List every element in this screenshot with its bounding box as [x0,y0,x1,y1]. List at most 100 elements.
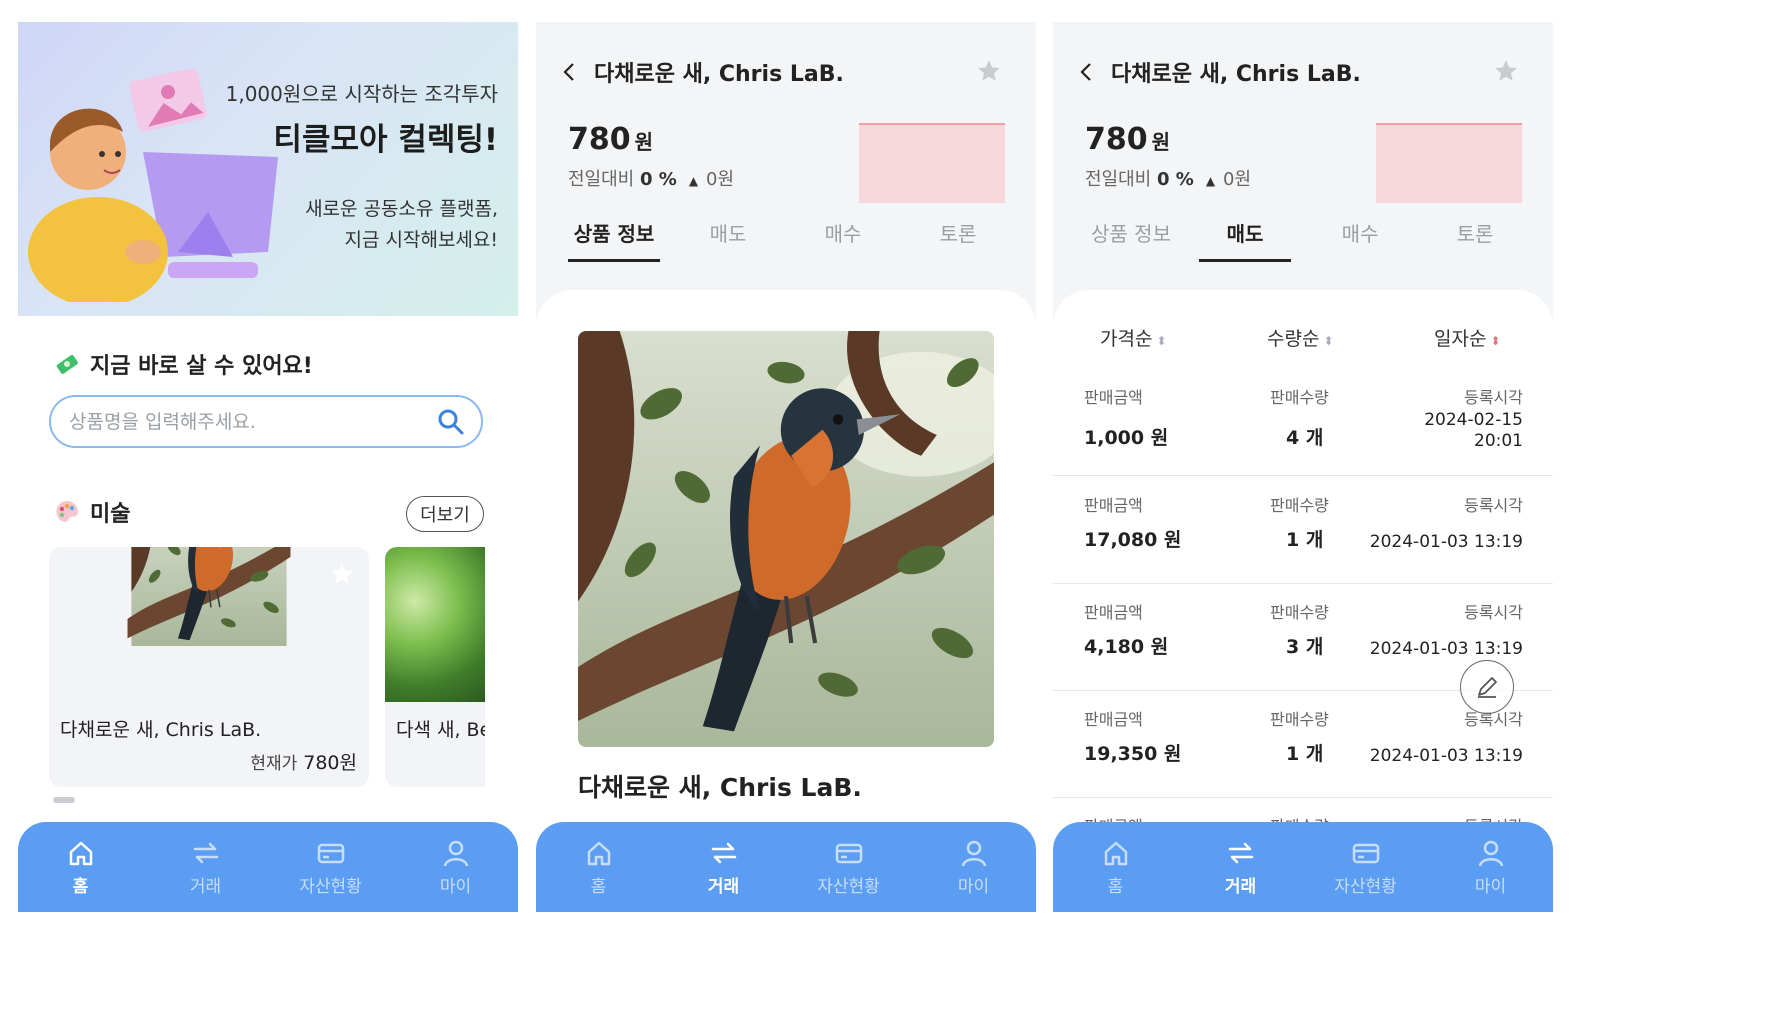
user-icon [1478,840,1503,866]
search-icon[interactable] [437,408,465,436]
tab-buy[interactable]: 매수 [1314,218,1406,259]
sell-date: 2024-01-03 13:19 [1369,746,1523,766]
detail-tabs: 상품 정보 매도 매수 토론 [1053,218,1553,268]
change-label: 전일대비 [568,169,635,190]
product-card[interactable]: 다채로운 새, Chris LaB. 현재가 780원 [49,547,369,787]
nav-assets[interactable]: 자산현황 [1311,838,1421,897]
price-value: 780 [568,122,631,157]
nav-home-label: 홈 [590,876,607,897]
nav-home[interactable]: 홈 [544,838,654,897]
more-button[interactable]: 더보기 [406,496,484,532]
qty-label: 판매수량 [1270,710,1329,729]
user-icon [443,840,468,866]
time-label: 등록시각 [1464,388,1523,407]
favorite-star-icon[interactable] [976,58,1002,84]
nav-trade-label: 거래 [1224,876,1257,897]
nav-assets[interactable]: 자산현황 [276,838,386,897]
sort-arrows-icon: ⬍ [1156,334,1167,348]
product-price: 현재가 780원 [250,748,357,775]
user-icon [961,840,986,866]
amount-label: 판매금액 [1084,603,1143,622]
change-percent: 0 % [1156,169,1194,190]
sell-quantity: 1 개 [1286,743,1324,765]
favorite-star-icon[interactable] [1493,58,1519,84]
sell-screen: 다채로운 새, Chris LaB. 780 원 전일대비 0 % ▲ 0원 상품 정… [1053,22,1553,912]
home-icon [69,841,92,865]
up-triangle-icon: ▲ [688,174,699,188]
nav-home-label: 홈 [1107,876,1124,897]
product-card[interactable]: 다색 새, Be [385,547,485,787]
section-title-text: 지금 바로 살 수 있어요! [90,354,313,379]
nav-my[interactable]: 마이 [919,838,1029,897]
tab-product-info[interactable]: 상품 정보 [568,218,660,262]
up-triangle-icon: ▲ [1205,174,1216,188]
change-amount: 0원 [706,169,735,190]
amount-label: 판매금액 [1084,388,1143,407]
sort-by-price[interactable]: 가격순 ⬍ [1100,324,1167,351]
sell-quantity: 1 개 [1286,529,1324,551]
back-icon[interactable] [1077,62,1097,82]
sort-by-date[interactable]: 일자순 ⬍ [1434,324,1501,351]
tab-discussion[interactable]: 토론 [1429,218,1521,259]
tab-sell[interactable]: 매도 [682,218,774,259]
banner-desc-line2: 지금 시작해보세요! [344,229,499,251]
banner-desc-line1: 새로운 공동소유 플랫폼, [305,198,498,220]
sell-date: 2024-01-03 13:19 [1369,639,1523,659]
swap-icon [193,842,218,863]
bottom-nav: 홈 거래 자산현황 마이 [536,822,1036,912]
nav-assets-label: 자산현황 [1334,876,1397,897]
nav-assets[interactable]: 자산현황 [794,838,904,897]
write-button[interactable] [1460,660,1514,714]
money-icon [56,354,78,374]
nav-trade-label: 거래 [707,876,740,897]
nav-home[interactable]: 홈 [1061,838,1171,897]
nav-my-label: 마이 [957,876,990,897]
search-bar[interactable] [49,395,483,448]
search-input[interactable] [67,409,437,434]
sell-date: 2024-02-15 [1424,410,1523,430]
nav-trade[interactable]: 거래 [1186,838,1296,897]
sell-amount: 4,180 원 [1084,636,1169,658]
tab-product-info[interactable]: 상품 정보 [1085,218,1177,259]
sort-arrows-icon: ⬍ [1490,334,1501,348]
nav-my[interactable]: 마이 [1436,838,1546,897]
nav-trade[interactable]: 거래 [151,838,261,897]
carousel-indicator [53,797,75,803]
nav-home[interactable]: 홈 [26,838,136,897]
back-icon[interactable] [560,62,580,82]
sort-date-label: 일자순 [1434,328,1487,350]
product-thumbnail [385,547,485,702]
qty-label: 판매수량 [1270,603,1329,622]
bottom-nav: 홈 거래 자산현황 마이 [1053,822,1553,912]
bottom-nav: 홈 거래 자산현황 마이 [18,822,518,912]
tab-discussion[interactable]: 토론 [912,218,1004,259]
sell-time: 20:01 [1474,431,1523,451]
wallet-icon [317,843,344,863]
detail-screen: 다채로운 새, Chris LaB. 780 원 전일대비 0 % ▲ 0원 상품 정… [536,22,1036,912]
product-info-panel: 다채로운 새, Chris LaB. [536,290,1036,850]
home-screen: 1,000원으로 시작하는 조각투자 티클모아 컬렉팅! 새로운 공동소유 플랫… [18,22,518,912]
sort-by-quantity[interactable]: 수량순 ⬍ [1267,324,1334,351]
price-value: 780원 [303,752,357,774]
table-row[interactable]: 판매금액 판매수량 등록시각 17,080 원 1 개 2024-01-03 1… [1053,476,1553,584]
banner-headline: 티클모아 컬렉팅! [273,122,498,158]
sort-price-label: 가격순 [1100,328,1153,350]
category-title: 미술 [54,496,130,528]
change-label: 전일대비 [1085,169,1152,190]
nav-trade[interactable]: 거래 [669,838,779,897]
sell-quantity: 4 개 [1286,427,1324,449]
nav-my[interactable]: 마이 [401,838,511,897]
tab-sell[interactable]: 매도 [1199,218,1291,262]
promo-banner[interactable]: 1,000원으로 시작하는 조각투자 티클모아 컬렉팅! 새로운 공동소유 플랫… [18,22,518,316]
table-row[interactable]: 판매금액 판매수량 등록시각 1,000 원 4 개 2024-02-15 20… [1053,368,1553,476]
favorite-star-icon[interactable] [329,561,355,587]
tab-buy[interactable]: 매수 [797,218,889,259]
section-title: 지금 바로 살 수 있어요! [54,348,313,380]
product-name: 다색 새, Be [396,719,485,741]
current-price: 780 원 [568,122,653,157]
amount-label: 판매금액 [1084,710,1143,729]
sell-date: 2024-01-03 13:19 [1369,532,1523,552]
sell-amount: 1,000 원 [1084,427,1169,449]
sell-quantity: 3 개 [1286,636,1324,658]
banner-description: 새로운 공동소유 플랫폼, 지금 시작해보세요! [305,194,498,256]
